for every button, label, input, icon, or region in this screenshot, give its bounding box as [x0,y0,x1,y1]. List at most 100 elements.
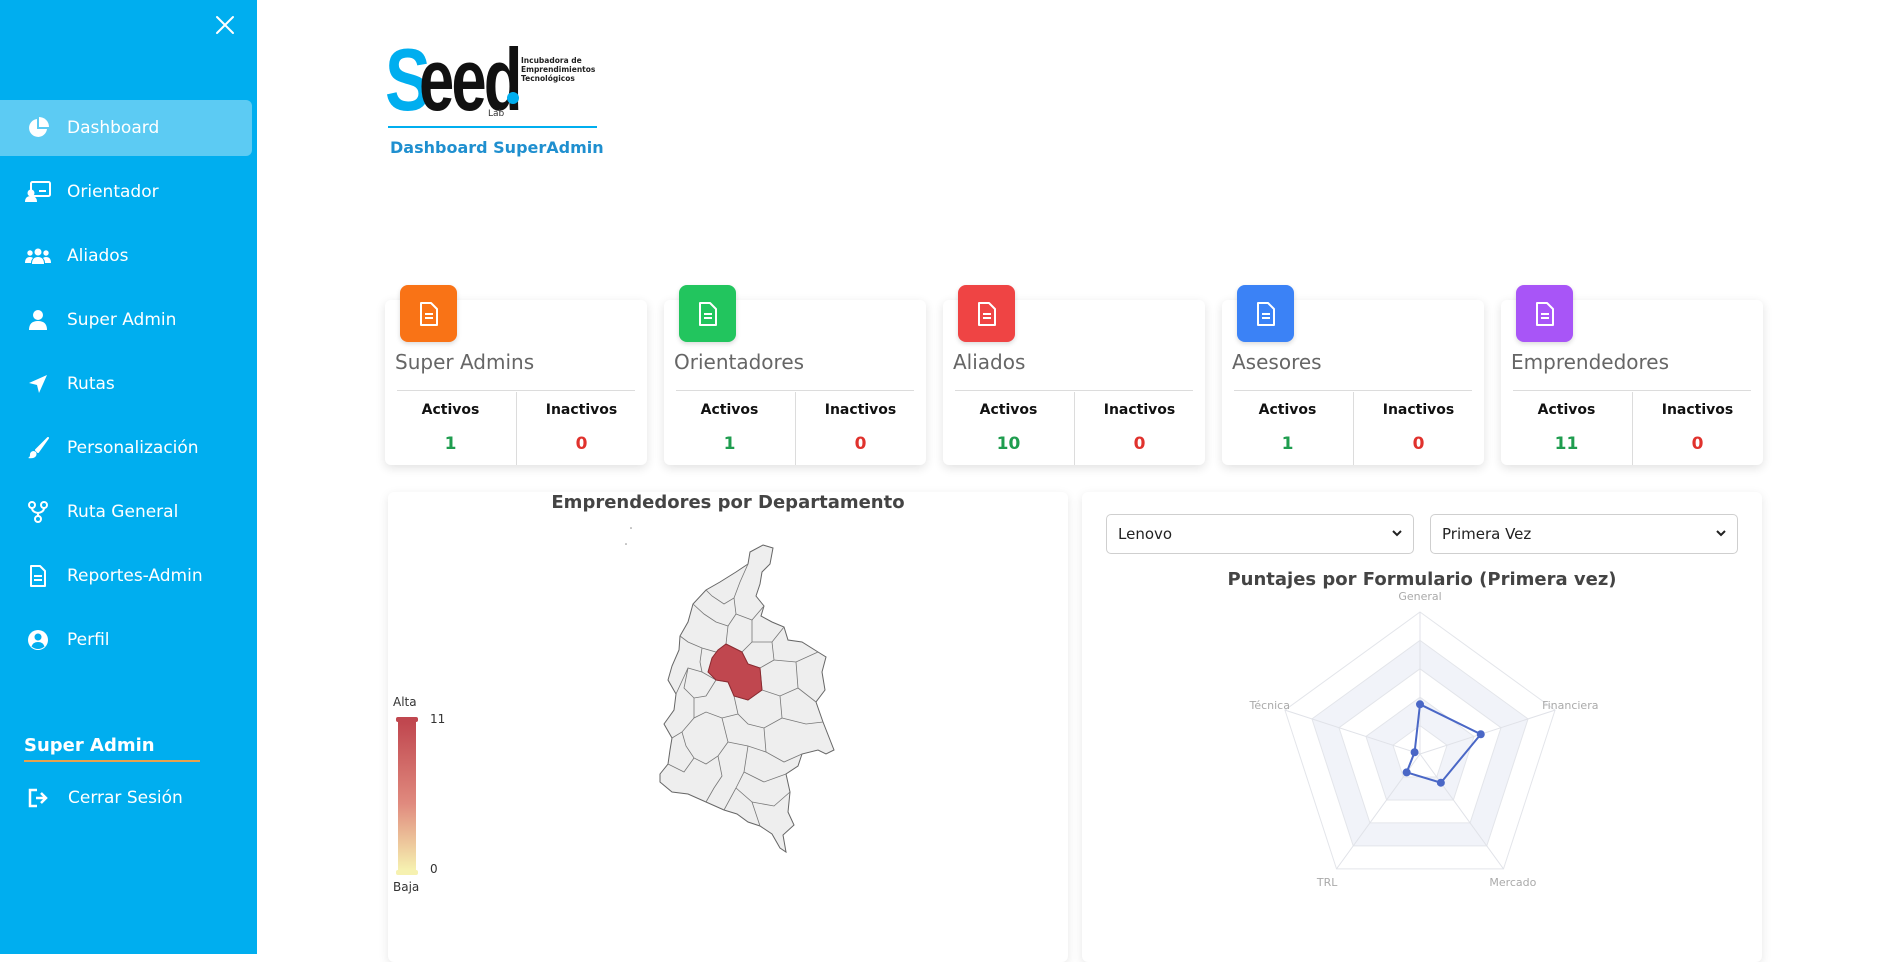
stat-inactive-value: 0 [1133,434,1146,454]
logout-icon [26,785,52,811]
stat-card-divider [1234,390,1472,391]
document-icon [400,285,457,342]
stat-card-asesores: Asesores Activos 1 Inactivos 0 [1222,285,1484,465]
map-legend-high-label: Alta [393,695,417,709]
radar-data-point [1402,768,1411,777]
document-icon [679,285,736,342]
stat-card-title: Orientadores [674,350,805,374]
stat-active-column: Activos 11 [1501,392,1633,465]
stat-card-title: Asesores [1232,350,1322,374]
sidebar-item-label: Reportes-Admin [67,566,203,586]
sidebar-role-title: Super Admin [24,735,155,756]
stat-active-label: Activos [1537,402,1596,418]
sidebar-item-personalizacion[interactable]: Personalización [0,420,257,476]
brush-icon [25,435,51,461]
stat-active-label: Activos [979,402,1038,418]
document-icon [958,285,1015,342]
stat-card-title: Emprendedores [1511,350,1670,374]
stat-inactive-label: Inactivos [1103,402,1176,418]
stat-inactive-column: Inactivos 0 [1353,392,1484,454]
stat-card-divider [397,390,635,391]
sidebar-role-underline [24,760,200,762]
logout-label: Cerrar Sesión [68,788,183,808]
users-icon [25,243,51,269]
stat-card-divider [955,390,1193,391]
stat-inactive-label: Inactivos [1382,402,1455,418]
sidebar-item-label: Orientador [67,182,159,202]
stat-card-emprendedores: Emprendedores Activos 11 Inactivos 0 [1501,285,1763,465]
document-icon [25,563,51,589]
radar-data-point [1476,730,1485,739]
sidebar-item-aliados[interactable]: Aliados [0,228,257,284]
monitor-user-icon [25,179,51,205]
map-legend-min: 0 [430,862,438,876]
sidebar-item-label: Perfil [67,630,110,650]
radar-data-point [1410,748,1419,757]
sidebar: Dashboard Orientador Aliados Super Admin… [0,0,257,954]
sidebar-item-orientador[interactable]: Orientador [0,164,257,220]
stat-active-label: Activos [700,402,759,418]
sidebar-item-label: Aliados [67,246,129,266]
stat-inactive-value: 0 [575,434,588,454]
sidebar-item-perfil[interactable]: Perfil [0,612,257,668]
radar-axis-label: TRL [1316,876,1338,889]
sidebar-item-label: Dashboard [67,118,160,138]
logout-button[interactable]: Cerrar Sesión [0,780,257,816]
close-icon [216,16,234,34]
stat-active-label: Activos [1258,402,1317,418]
logo-sub: Lab [488,109,505,119]
map-legend-handle-top[interactable] [396,717,418,722]
stat-inactive-column: Inactivos 0 [1632,392,1763,454]
sidebar-item-super-admin[interactable]: Super Admin [0,292,257,348]
stat-card-divider [676,390,914,391]
user-icon [25,307,51,333]
location-arrow-icon [25,371,51,397]
map-legend-handle-bottom[interactable] [396,870,418,875]
logo-wordmark-rest: eed [419,30,522,129]
stat-inactive-label: Inactivos [545,402,618,418]
seed-logo: S eed Incubadora de Emprendimientos Tecn… [385,36,600,126]
stat-inactive-column: Inactivos 0 [1074,392,1205,454]
sidebar-item-rutas[interactable]: Rutas [0,356,257,412]
radar-axis-label: Técnica [1248,699,1289,712]
stat-inactive-column: Inactivos 0 [795,392,926,454]
sidebar-item-dashboard[interactable]: Dashboard [0,100,252,156]
sidebar-item-label: Personalización [67,438,199,458]
stat-card-divider [1513,390,1751,391]
sidebar-item-label: Ruta General [67,502,179,522]
logo-dot [507,92,519,104]
stat-inactive-label: Inactivos [1661,402,1734,418]
close-sidebar-button[interactable] [212,12,238,38]
map-legend-low-label: Baja [393,880,420,894]
radar-data-point [1416,700,1424,709]
stat-active-value: 1 [723,434,736,454]
stat-card-orientadores: Orientadores Activos 1 Inactivos 0 [664,285,926,465]
colombia-map [396,527,835,875]
stat-active-column: Activos 10 [943,392,1075,465]
page-title: Dashboard SuperAdmin [390,138,604,157]
stat-card-title: Super Admins [395,350,535,374]
sidebar-item-reportes-admin[interactable]: Reportes-Admin [0,548,257,604]
stat-inactive-label: Inactivos [824,402,897,418]
sidebar-item-label: Rutas [67,374,115,394]
fork-icon [25,499,51,525]
radar-chart: General Financiera Mercado TRL Técnica [1248,590,1598,889]
radar-panel: Lenovo Primera Vez Puntajes por Formular… [1082,492,1762,962]
stat-inactive-value: 0 [854,434,867,454]
pie-chart-icon [25,115,51,141]
map-island [625,543,627,545]
radar-axis-label: Mercado [1489,876,1536,889]
map-island [630,527,632,529]
stat-inactive-value: 0 [1691,434,1704,454]
radar-axis-label: Financiera [1542,699,1598,712]
stat-card-aliados: Aliados Activos 10 Inactivos 0 [943,285,1205,465]
stat-inactive-value: 0 [1412,434,1425,454]
user-circle-icon [25,627,51,653]
logo-underline [388,126,597,128]
logo-tagline: Incubadora de Emprendimientos Tecnológic… [521,56,596,83]
sidebar-item-label: Super Admin [67,310,177,330]
radar-axis-label: General [1398,590,1441,603]
stat-active-value: 1 [1281,434,1294,454]
stat-card-title: Aliados [953,350,1026,374]
sidebar-item-ruta-general[interactable]: Ruta General [0,484,257,540]
